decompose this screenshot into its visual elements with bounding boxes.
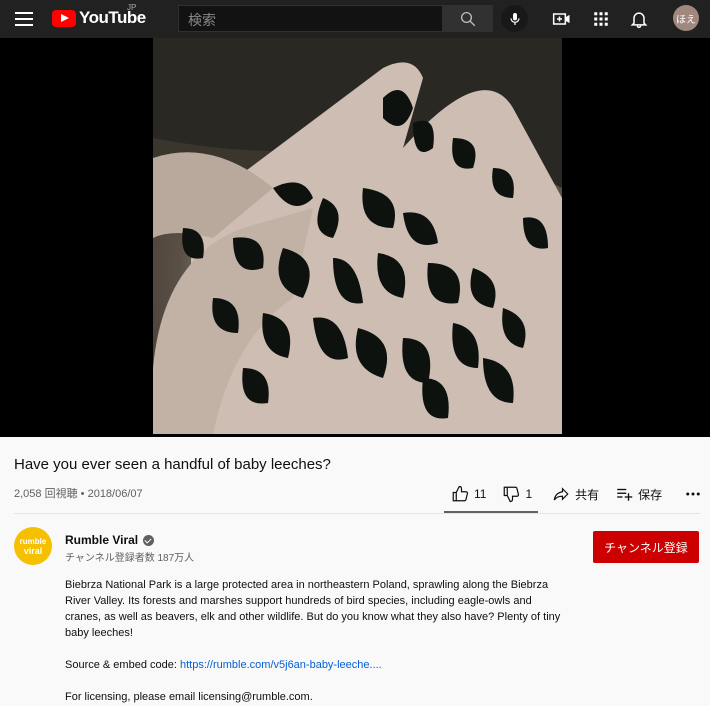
more-actions-button[interactable]: [684, 485, 707, 503]
source-prefix: Source & embed code:: [65, 659, 180, 671]
share-label: 共有: [575, 487, 600, 502]
like-button[interactable]: 11: [451, 485, 486, 503]
subscriber-count: チャンネル登録者数 187万人: [65, 553, 195, 564]
voice-search-button[interactable]: [501, 5, 528, 32]
description-source: Source & embed code: https://rumble.com/…: [65, 657, 565, 673]
video-actions: 11 1 共有 保存: [444, 476, 707, 512]
video-thumbnail-image: [153, 38, 562, 434]
upload-date: 2018/06/07: [87, 488, 143, 500]
video-meta: 2,058 回視聴 • 2018/06/07: [14, 485, 143, 501]
share-button[interactable]: 共有: [552, 485, 599, 503]
description-licensing: For licensing, please email licensing@ru…: [65, 691, 313, 703]
more-icon: [686, 492, 700, 496]
save-playlist-icon: [617, 488, 633, 501]
view-count: 2,058 回視聴: [14, 488, 78, 500]
thumbs-down-icon: [504, 486, 520, 503]
channel-avatar-line1: rumble: [19, 536, 47, 546]
dislike-button[interactable]: 1: [502, 485, 532, 503]
subscribe-button[interactable]: チャンネル登録: [593, 531, 699, 563]
search-input[interactable]: 検索: [178, 5, 443, 32]
description-paragraph: Biebrza National Park is a large protect…: [65, 579, 561, 639]
create-video-button[interactable]: [550, 7, 574, 31]
notifications-button[interactable]: [627, 7, 651, 31]
mic-icon: [509, 12, 520, 25]
search-icon: [460, 11, 476, 26]
dislike-count: 1: [525, 487, 533, 501]
account-avatar[interactable]: ほえ: [673, 5, 699, 31]
channel-name-link[interactable]: Rumble Viral: [65, 533, 155, 547]
video-description: Biebrza National Park is a large protect…: [65, 577, 565, 706]
verified-icon: [143, 534, 155, 546]
apps-button[interactable]: [589, 7, 613, 31]
video-player[interactable]: [0, 38, 710, 437]
save-button[interactable]: 保存: [615, 485, 662, 503]
like-count: 11: [474, 487, 487, 501]
meta-separator: •: [80, 488, 88, 500]
thumbs-up-icon: [452, 485, 469, 502]
share-icon: [553, 487, 569, 501]
channel-avatar-line2: viral: [23, 545, 43, 556]
create-video-icon: [552, 13, 570, 25]
menu-icon[interactable]: [12, 7, 36, 31]
search-button[interactable]: [443, 5, 493, 32]
channel-avatar[interactable]: rumble viral: [14, 527, 52, 565]
apps-icon: [594, 12, 608, 26]
save-label: 保存: [638, 487, 663, 502]
video-frame[interactable]: [153, 38, 562, 434]
youtube-play-icon: [52, 9, 76, 27]
region-code: JP: [127, 3, 137, 12]
divider: [14, 513, 700, 514]
bell-icon: [630, 12, 648, 29]
masthead: YouTube JP 検索 ほえ: [0, 0, 710, 38]
source-link[interactable]: https://rumble.com/v5j6an-baby-leeche...…: [180, 659, 382, 671]
video-title: Have you ever seen a handful of baby lee…: [14, 456, 331, 473]
channel-name: Rumble Viral: [65, 533, 139, 547]
